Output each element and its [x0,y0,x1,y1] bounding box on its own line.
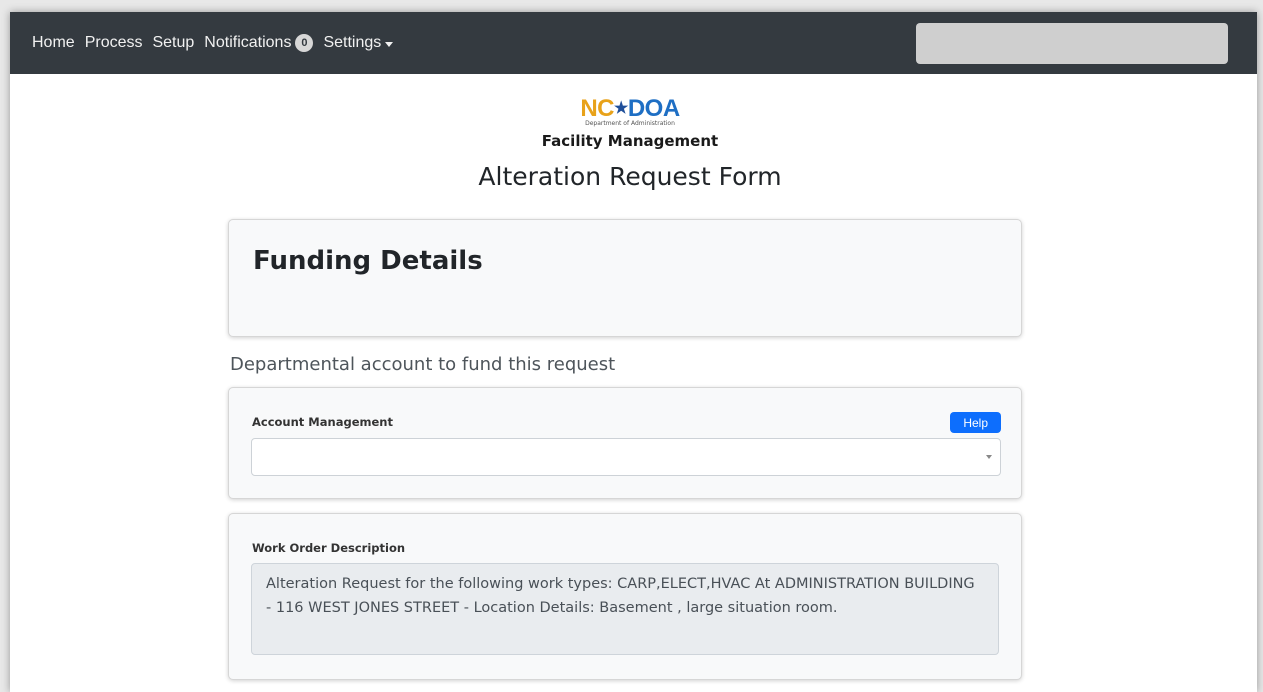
nav-process-label: Process [84,34,143,51]
page-title: Alteration Request Form [478,162,782,191]
work-order-card: Work Order Description Alteration Reques… [228,513,1022,680]
funding-section-label: Departmental account to fund this reques… [230,354,616,375]
nav-settings-label: Settings [323,34,382,51]
logo-doa-text: DOA [627,95,680,122]
nav-menu: Home Process Setup Notifications 0 Setti… [32,12,403,74]
top-navbar: Home Process Setup Notifications 0 Setti… [10,12,1257,74]
division-name: Facility Management [541,132,719,150]
dropdown-arrow-icon [986,455,992,459]
help-button[interactable]: Help [950,412,1001,433]
work-order-description-label: Work Order Description [252,541,406,555]
logo-subtitle: Department of Administration [585,120,675,127]
browser-window: Home Process Setup Notifications 0 Setti… [10,12,1257,692]
nav-process-link[interactable]: Process [85,34,143,52]
account-management-select[interactable] [251,438,1001,476]
logo-nc-text: NC [580,95,614,122]
nav-home-link[interactable]: Home [32,34,75,52]
nav-notifications-label: Notifications [204,34,292,51]
nav-settings-dropdown[interactable]: Settings [323,34,394,52]
nav-notifications-link[interactable]: Notifications 0 [204,34,314,52]
star-icon: ★ [613,100,628,117]
caret-down-icon [385,41,394,47]
work-order-description-field[interactable]: Alteration Request for the following wor… [251,563,999,655]
logo-wordmark: NC★DOA [566,96,694,122]
nav-setup-link[interactable]: Setup [152,34,194,52]
nav-home-label: Home [32,34,75,51]
nav-setup-label: Setup [152,34,195,51]
funding-details-heading: Funding Details [253,246,483,276]
account-management-label: Account Management [252,415,393,429]
notifications-count-badge: 0 [295,34,314,52]
funding-details-card: Funding Details [228,219,1022,337]
nav-search-input[interactable] [916,23,1228,64]
ncdoa-logo: NC★DOA Department of Administration [566,96,694,128]
account-management-card: Account Management Help [228,387,1022,499]
